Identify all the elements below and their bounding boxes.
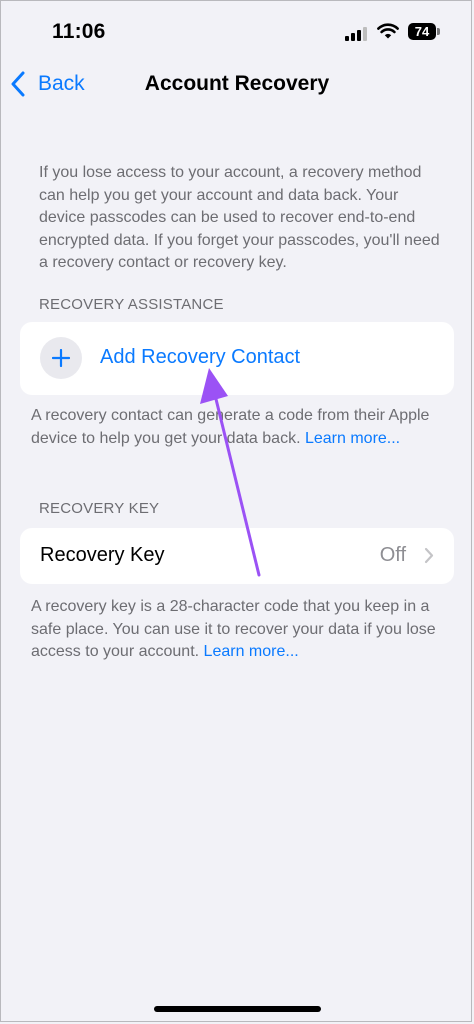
cellular-signal-icon (345, 25, 369, 41)
recovery-key-row[interactable]: Recovery Key Off (20, 528, 454, 584)
status-time: 11:06 (52, 20, 106, 43)
recovery-key-learn-more-link[interactable]: Learn more... (204, 643, 299, 660)
status-bar: 11:06 74 (0, 0, 474, 60)
page-title: Account Recovery (144, 72, 330, 95)
add-recovery-contact-label: Add Recovery Contact (100, 346, 301, 368)
recovery-contact-learn-more-link[interactable]: Learn more... (305, 430, 400, 447)
intro-text: If you lose access to your account, a re… (39, 164, 440, 271)
battery-icon: 74 (408, 23, 436, 40)
recovery-key-header: RECOVERY KEY (39, 500, 160, 517)
recovery-key-label: Recovery Key (40, 544, 165, 566)
recovery-assistance-header: RECOVERY ASSISTANCE (39, 296, 224, 313)
recovery-key-status: Off (379, 544, 406, 566)
plus-icon (40, 337, 82, 379)
wifi-icon (377, 23, 399, 39)
battery-cap (437, 28, 440, 35)
chevron-right-icon (424, 547, 434, 564)
home-indicator[interactable] (154, 1006, 321, 1012)
add-recovery-contact-button[interactable]: Add Recovery Contact (20, 322, 454, 395)
recovery-key-footnote: A recovery key is a 28-character code th… (31, 596, 451, 664)
recovery-contact-footnote: A recovery contact can generate a code f… (31, 405, 451, 450)
